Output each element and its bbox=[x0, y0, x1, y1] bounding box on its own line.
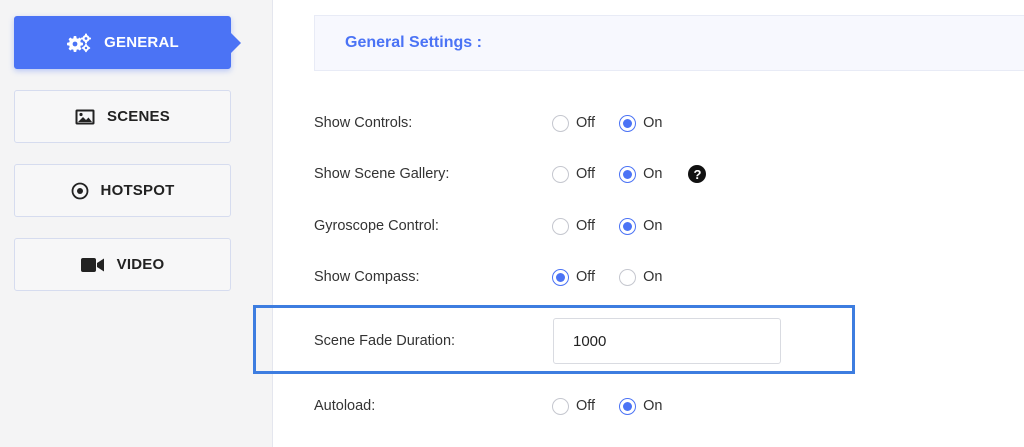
radio-button[interactable] bbox=[552, 268, 569, 286]
radio-button[interactable] bbox=[552, 397, 569, 415]
radio-button[interactable] bbox=[552, 217, 569, 235]
setting-gyroscope-control: Gyroscope Control: Off On bbox=[314, 214, 686, 238]
autoload-off-radio[interactable]: Off bbox=[552, 397, 596, 415]
sidebar-item-general[interactable]: GENERAL bbox=[14, 16, 241, 69]
setting-label: Show Controls: bbox=[314, 115, 413, 131]
sidebar-item-label: VIDEO bbox=[116, 256, 165, 273]
radio-button[interactable] bbox=[619, 268, 637, 286]
setting-autoload: Autoload: Off On bbox=[314, 394, 686, 418]
sidebar-item-hotspot[interactable]: HOTSPOT bbox=[14, 164, 231, 217]
question-circle-icon[interactable]: ? bbox=[688, 165, 707, 183]
show-controls-on-radio[interactable]: On bbox=[619, 114, 663, 132]
show-compass-off-radio[interactable]: Off bbox=[552, 268, 596, 286]
sidebar-item-scenes[interactable]: SCENES bbox=[14, 90, 231, 143]
option-label: On bbox=[643, 269, 663, 285]
option-label: Off bbox=[576, 398, 596, 414]
setting-label: Show Scene Gallery: bbox=[314, 166, 450, 182]
setting-label: Gyroscope Control: bbox=[314, 218, 439, 234]
autoload-on-radio[interactable]: On bbox=[619, 397, 663, 415]
video-camera-icon bbox=[80, 257, 105, 273]
page-title: General Settings : bbox=[314, 15, 1024, 71]
gyroscope-control-on-radio[interactable]: On bbox=[619, 217, 663, 235]
scene-fade-duration-input[interactable] bbox=[553, 318, 781, 364]
option-label: On bbox=[643, 218, 663, 234]
option-label: On bbox=[643, 398, 663, 414]
gyroscope-control-off-radio[interactable]: Off bbox=[552, 217, 596, 235]
sidebar: GENERAL SCENES HOTSPOT VIDEO bbox=[0, 0, 273, 447]
radio-button[interactable] bbox=[552, 165, 569, 183]
setting-label: Show Compass: bbox=[314, 269, 420, 285]
sidebar-item-video[interactable]: VIDEO bbox=[14, 238, 231, 291]
setting-label: Autoload: bbox=[314, 398, 376, 414]
show-compass-on-radio[interactable]: On bbox=[619, 268, 663, 286]
option-label: On bbox=[643, 115, 663, 131]
option-label: Off bbox=[576, 218, 596, 234]
setting-show-scene-gallery: Show Scene Gallery: Off On ? bbox=[314, 162, 707, 186]
image-icon bbox=[75, 109, 95, 125]
option-label: On bbox=[643, 166, 663, 182]
setting-show-compass: Show Compass: Off On bbox=[314, 265, 686, 289]
show-scene-gallery-on-radio[interactable]: On bbox=[619, 165, 663, 183]
show-scene-gallery-off-radio[interactable]: Off bbox=[552, 165, 596, 183]
option-label: Off bbox=[576, 166, 596, 182]
option-label: Off bbox=[576, 115, 596, 131]
sidebar-item-label: GENERAL bbox=[104, 34, 179, 51]
setting-scene-fade-duration: Scene Fade Duration: bbox=[314, 329, 552, 353]
option-label: Off bbox=[576, 269, 596, 285]
radio-button[interactable] bbox=[619, 217, 637, 235]
sidebar-item-label: HOTSPOT bbox=[100, 182, 175, 199]
gears-icon bbox=[66, 33, 92, 53]
page-title-text: General Settings : bbox=[345, 34, 482, 51]
radio-button[interactable] bbox=[552, 114, 569, 132]
target-icon bbox=[71, 182, 89, 200]
sidebar-item-label: SCENES bbox=[107, 108, 170, 125]
radio-button[interactable] bbox=[619, 165, 637, 183]
setting-show-controls: Show Controls: Off On bbox=[314, 111, 686, 135]
radio-button[interactable] bbox=[619, 397, 637, 415]
radio-button[interactable] bbox=[619, 114, 637, 132]
show-controls-off-radio[interactable]: Off bbox=[552, 114, 596, 132]
setting-label: Scene Fade Duration: bbox=[314, 333, 456, 349]
